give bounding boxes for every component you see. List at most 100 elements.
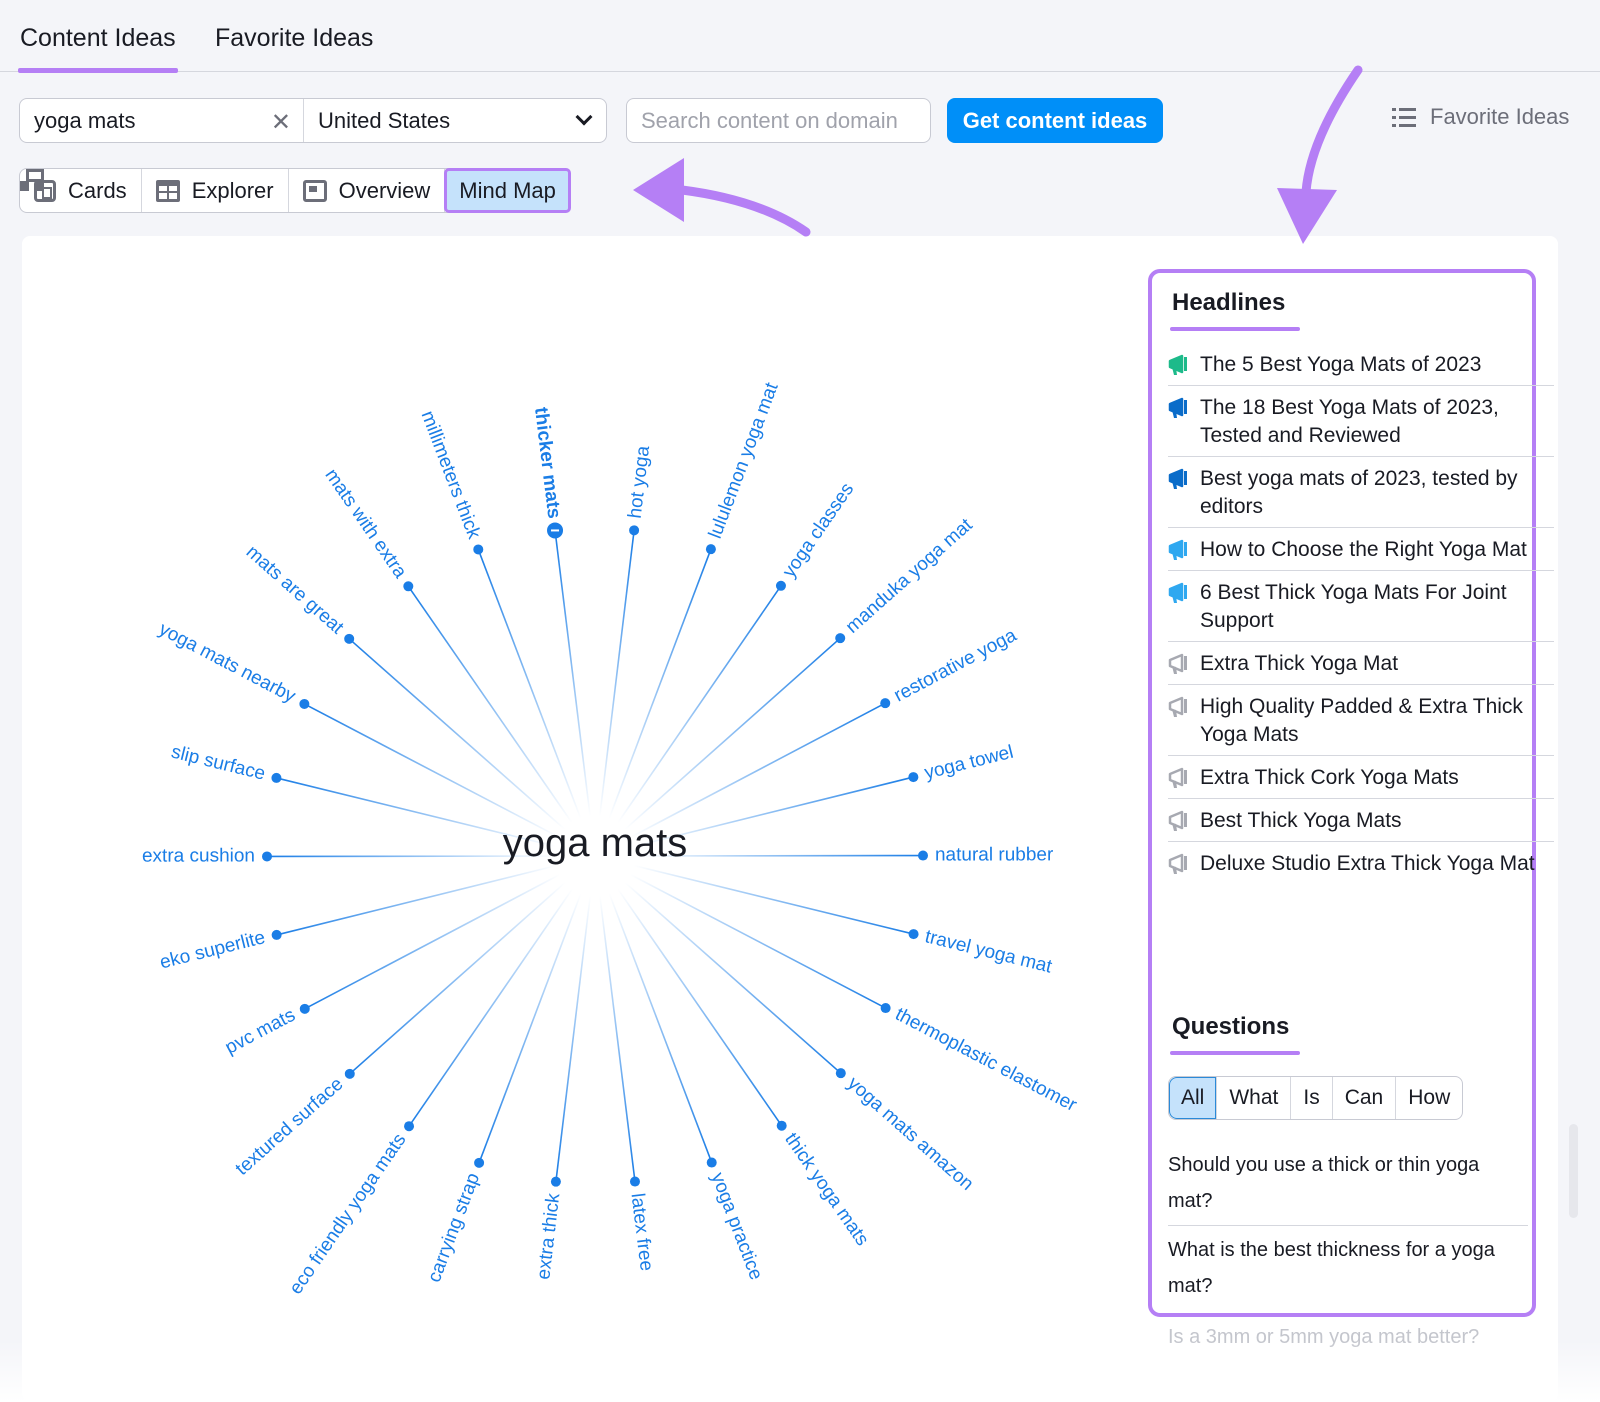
headlines-title: Headlines [1169, 289, 1301, 331]
clear-icon[interactable]: ✕ [271, 108, 291, 137]
annotation-arrow-down [1301, 65, 1363, 197]
mind-map-node-label[interactable]: textured surface [232, 1074, 348, 1180]
mind-map-node-dot[interactable] [629, 525, 640, 536]
mind-map-link [276, 864, 557, 936]
mind-map-node-dot[interactable] [908, 929, 919, 940]
question-filter-what[interactable]: What [1217, 1077, 1292, 1119]
mind-map-icon [20, 169, 44, 191]
headline-item[interactable]: Extra Thick Yoga Mat [1168, 642, 1554, 685]
mind-map-node-label[interactable]: yoga mats amazon [843, 1073, 977, 1195]
megaphone-icon [1168, 536, 1190, 564]
mind-map-link [630, 873, 887, 1009]
megaphone-icon [1168, 807, 1190, 835]
country-select[interactable]: United States [304, 99, 606, 142]
annotation-arrow-left [677, 185, 811, 237]
megaphone-icon [1168, 850, 1190, 878]
mind-map-node-dot[interactable] [474, 1157, 485, 1168]
mind-map-node-label[interactable]: slip surface [169, 742, 267, 785]
mind-map-link [349, 881, 566, 1075]
headline-item[interactable]: High Quality Padded & Extra Thick Yoga M… [1168, 685, 1554, 756]
view-mind-map[interactable]: Mind Map [20, 168, 571, 213]
mind-map-node-label[interactable]: yoga practice [707, 1170, 767, 1283]
mind-map-node-dot[interactable] [776, 1120, 787, 1131]
headline-item[interactable]: The 18 Best Yoga Mats of 2023, Tested an… [1168, 386, 1554, 457]
mind-map-node-dot[interactable] [262, 851, 273, 862]
mind-map-node-label[interactable]: mats with extra [321, 465, 411, 582]
mind-map-link [617, 585, 782, 824]
mind-map-node-label[interactable]: carrying strap [424, 1170, 484, 1285]
mind-map-node-label[interactable]: thick yoga mats [780, 1129, 872, 1249]
headline-item[interactable]: Best yoga mats of 2023, tested by editor… [1168, 457, 1554, 528]
headline-item[interactable]: Deluxe Studio Extra Thick Yoga Mat [1168, 842, 1554, 884]
megaphone-icon [1168, 394, 1190, 422]
megaphone-icon [1168, 465, 1190, 493]
mind-map-node-dot[interactable] [706, 1157, 717, 1168]
mind-map-node-dot[interactable] [705, 544, 716, 555]
question-item[interactable]: What is the best thickness for a yoga ma… [1168, 1226, 1528, 1310]
mind-map-node-label[interactable]: eco friendly yoga mats [285, 1130, 410, 1298]
sidebar-scrollbar[interactable] [1569, 1124, 1578, 1218]
mind-map-node-label[interactable]: travel yoga mat [923, 926, 1055, 977]
headline-text: How to Choose the Right Yoga Mat [1200, 538, 1527, 561]
mind-map-node-label[interactable]: lululemon yoga mat [705, 379, 783, 541]
mind-map-node-dot[interactable] [908, 772, 919, 783]
question-filter-can[interactable]: Can [1333, 1077, 1397, 1119]
view-explorer[interactable]: Explorer [142, 169, 289, 212]
mind-map-node-label[interactable]: millimeters thick [417, 408, 485, 542]
mind-map-node-label[interactable]: extra cushion [142, 845, 255, 866]
mind-map-node-label[interactable]: manduka yoga mat [842, 514, 977, 637]
tab-content-ideas[interactable]: Content Ideas [18, 24, 178, 73]
mind-map-node-label[interactable]: hot yoga [625, 444, 655, 519]
headline-item[interactable]: The 5 Best Yoga Mats of 2023 [1168, 343, 1554, 386]
view-label: Explorer [191, 177, 274, 203]
mind-map-node-label[interactable]: mats are great [242, 542, 348, 639]
mind-map-node-dot[interactable] [404, 1121, 415, 1132]
mind-map-link [599, 895, 636, 1182]
domain-search-input[interactable] [626, 98, 931, 143]
mind-map-node-label[interactable]: latex free [626, 1192, 656, 1272]
mind-map-node-dot[interactable] [403, 581, 414, 592]
question-filter-how[interactable]: How [1396, 1077, 1462, 1119]
headline-item[interactable]: Extra Thick Cork Yoga Mats [1168, 756, 1554, 799]
question-filter-all[interactable]: All [1169, 1077, 1218, 1119]
mind-map-node-dot[interactable] [880, 698, 891, 709]
mind-map-node-dot[interactable] [917, 850, 928, 861]
headline-item[interactable]: Best Thick Yoga Mats [1168, 799, 1554, 842]
mind-map-node-dot[interactable] [271, 772, 282, 783]
mind-map-link [555, 895, 592, 1182]
mind-map-node-dot[interactable] [299, 698, 310, 709]
view-overview[interactable]: Overview [289, 169, 446, 212]
mind-map-node-dot[interactable] [550, 1176, 561, 1187]
mind-map-node-label[interactable]: yoga towel [922, 742, 1015, 784]
mind-map-node-dot[interactable] [775, 580, 786, 591]
mind-map-node-label[interactable]: thicker mats [530, 406, 564, 520]
headline-item[interactable]: 6 Best Thick Yoga Mats For Joint Support [1168, 571, 1554, 642]
mind-map-node-dot[interactable] [299, 1003, 310, 1014]
headline-item[interactable]: How to Choose the Right Yoga Mat [1168, 528, 1554, 571]
mind-map-node-dot[interactable] [344, 1068, 355, 1079]
mind-map-node-dot[interactable] [835, 633, 846, 644]
mind-map-node-dot[interactable] [835, 1068, 846, 1079]
mind-map-node-label[interactable]: yoga classes [779, 479, 859, 581]
mind-map-node-label[interactable]: thermoplastic elastomer [892, 1004, 1081, 1116]
mind-map-node-label[interactable]: pvc mats [222, 1005, 299, 1059]
mind-map-node-label[interactable]: eko superlite [158, 927, 268, 973]
mind-map-node-label[interactable]: yoga mats nearby [155, 619, 299, 708]
question-filter-is[interactable]: Is [1291, 1077, 1333, 1119]
mind-map-node-dot[interactable] [271, 929, 282, 940]
favorite-ideas-link[interactable]: Favorite Ideas [1392, 104, 1569, 130]
top-tabs: Content Ideas Favorite Ideas [0, 0, 1600, 73]
keyword-search-group: yoga mats ✕ United States [19, 98, 607, 143]
tab-favorite-ideas[interactable]: Favorite Ideas [215, 24, 373, 53]
question-item-faded[interactable]: Is a 3mm or 5mm yoga mat better? [1168, 1326, 1479, 1349]
mind-map-node-dot[interactable] [344, 633, 355, 644]
mind-map-node-label[interactable]: restorative yoga [891, 625, 1021, 707]
keyword-input[interactable]: yoga mats ✕ [20, 99, 304, 142]
mind-map-node-dot[interactable] [880, 1003, 891, 1014]
mind-map-node-dot[interactable] [629, 1176, 640, 1187]
get-content-ideas-button[interactable]: Get content ideas [947, 98, 1163, 143]
mind-map-node-label[interactable]: extra thick [533, 1192, 564, 1281]
mind-map-node-label[interactable]: natural rubber [935, 844, 1054, 865]
question-item[interactable]: Should you use a thick or thin yoga mat? [1168, 1141, 1528, 1226]
mind-map-node-dot[interactable] [473, 544, 484, 555]
